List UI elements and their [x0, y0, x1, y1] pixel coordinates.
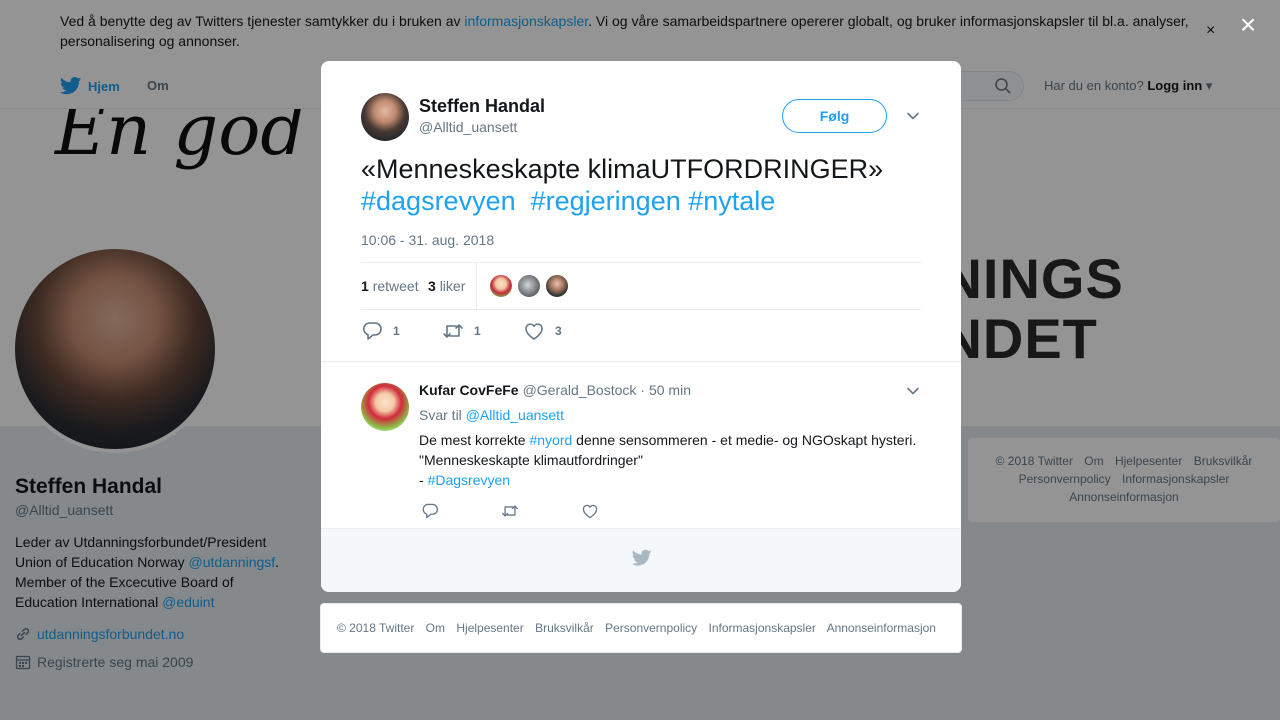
- twitter-bird-icon: [632, 549, 652, 566]
- reply-author-name[interactable]: Kufar CovFeFe: [419, 382, 519, 398]
- reply-tweet[interactable]: Kufar CovFeFe @Gerald_Bostock · 50 min S…: [321, 361, 961, 528]
- retweet-stat-label: retweet: [372, 278, 419, 294]
- tweet-modal: Steffen Handal @Alltid_uansett Følg «Men…: [321, 61, 961, 592]
- modal-footer: © 2018 Twitter Om Hjelpesenter Bruksvilk…: [320, 603, 962, 653]
- reply-author-avatar[interactable]: [361, 383, 409, 431]
- like-count: 3: [555, 324, 562, 338]
- liker-avatar[interactable]: [517, 274, 541, 298]
- like-stat-label: liker: [439, 278, 466, 294]
- reply-to-line: Svar til @Alltid_uansett: [419, 407, 564, 423]
- reply-button[interactable]: 1: [361, 320, 400, 342]
- reply-icon[interactable]: [421, 502, 439, 520]
- chevron-down-icon[interactable]: [905, 383, 921, 399]
- close-icon[interactable]: ×: [1233, 10, 1263, 40]
- footer-cookies[interactable]: Informasjonskapsler: [709, 621, 816, 635]
- hashtag-nytale[interactable]: #nytale: [688, 186, 775, 216]
- reply-author-handle[interactable]: @Gerald_Bostock: [523, 382, 637, 398]
- footer-ads-info[interactable]: Annonseinformasjon: [827, 621, 936, 635]
- footer-copyright: © 2018 Twitter: [337, 621, 415, 635]
- tweet-stats: 1 retweet 3 liker: [361, 262, 921, 310]
- reply-text: De mest korrekte #nyord denne sensommere…: [419, 430, 924, 490]
- footer-about[interactable]: Om: [426, 621, 445, 635]
- reply-text-before: De mest korrekte: [419, 432, 530, 448]
- hashtag-nyord[interactable]: #nyord: [529, 432, 572, 448]
- liker-avatar[interactable]: [545, 274, 569, 298]
- retweet-button[interactable]: 1: [442, 320, 481, 342]
- stats-divider: [476, 263, 477, 310]
- retweet-icon: [443, 324, 463, 338]
- hashtag-dagsrevyen-reply[interactable]: #Dagsrevyen: [428, 472, 511, 488]
- reply-time[interactable]: · 50 min: [640, 382, 691, 398]
- footer-help[interactable]: Hjelpesenter: [456, 621, 523, 635]
- modal-bottom-bar: [321, 528, 961, 592]
- tweet-timestamp[interactable]: 10:06 - 31. aug. 2018: [361, 232, 494, 248]
- like-stat-count: 3: [428, 278, 436, 294]
- liker-avatar[interactable]: [489, 274, 513, 298]
- like-button[interactable]: 3: [523, 320, 562, 342]
- reply-header: Kufar CovFeFe @Gerald_Bostock · 50 min: [419, 382, 691, 398]
- like-stat[interactable]: 3 liker: [428, 278, 465, 294]
- footer-terms[interactable]: Bruksvilkår: [535, 621, 594, 635]
- follow-button[interactable]: Følg: [782, 99, 887, 133]
- footer-privacy[interactable]: Personvernpolicy: [605, 621, 697, 635]
- reply-icon: [362, 322, 382, 340]
- reply-to-label: Svar til: [419, 407, 462, 423]
- chevron-down-icon[interactable]: [905, 108, 921, 124]
- hashtag-dagsrevyen[interactable]: #dagsrevyen: [361, 186, 516, 216]
- heart-icon[interactable]: [581, 502, 599, 520]
- author-avatar[interactable]: [361, 93, 409, 141]
- retweet-stat[interactable]: 1 retweet: [361, 278, 419, 294]
- tweet-author: Steffen Handal @Alltid_uansett Følg: [361, 93, 921, 141]
- tweet-text: «Menneskeskapte klimaUTFORDRINGER» #dags…: [361, 153, 921, 217]
- hashtag-regjeringen[interactable]: #regjeringen: [531, 186, 681, 216]
- author-name[interactable]: Steffen Handal: [419, 96, 545, 117]
- reply-to-handle[interactable]: @Alltid_uansett: [466, 407, 564, 423]
- heart-icon: [525, 323, 543, 340]
- reply-count: 1: [393, 324, 400, 338]
- retweet-icon[interactable]: [501, 502, 519, 520]
- reply-line3-prefix: -: [419, 472, 428, 488]
- author-handle[interactable]: @Alltid_uansett: [419, 119, 517, 135]
- retweet-count: 1: [474, 324, 481, 338]
- tweet-text-main: «Menneskeskapte klimaUTFORDRINGER»: [361, 154, 884, 184]
- retweet-stat-count: 1: [361, 278, 369, 294]
